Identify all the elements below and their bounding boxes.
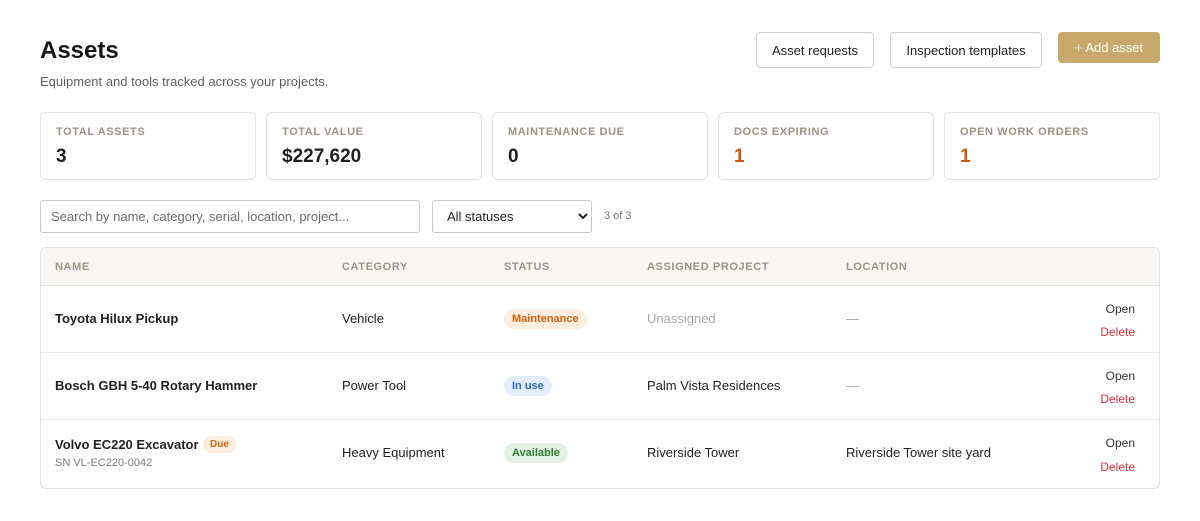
stat-card-total-value: TOTAL VALUE $227,620: [266, 112, 482, 180]
stat-label: MAINTENANCE DUE: [508, 126, 625, 138]
column-header-name: NAME: [55, 261, 90, 273]
page-subtitle: Equipment and tools tracked across your …: [40, 74, 329, 89]
delete-link[interactable]: Delete: [1100, 325, 1135, 339]
asset-location: Riverside Tower site yard: [846, 445, 991, 460]
asset-name: Bosch GBH 5-40 Rotary Hammer: [55, 378, 258, 393]
column-header-status: STATUS: [504, 261, 550, 273]
open-link[interactable]: Open: [1106, 302, 1135, 316]
table-row[interactable]: Bosch GBH 5-40 Rotary Hammer Power Tool …: [41, 353, 1159, 420]
result-count: 3 of 3: [604, 210, 632, 222]
column-header-category: CATEGORY: [342, 261, 408, 273]
stat-card-docs-expiring: DOCS EXPIRING 1: [718, 112, 934, 180]
status-filter-select[interactable]: All statuses: [432, 200, 592, 233]
open-link[interactable]: Open: [1106, 369, 1135, 383]
stat-label: DOCS EXPIRING: [734, 126, 830, 138]
stat-label: TOTAL ASSETS: [56, 126, 146, 138]
assigned-project: Palm Vista Residences: [647, 378, 781, 393]
add-asset-button[interactable]: + Add asset: [1058, 32, 1160, 63]
status-badge: In use: [504, 376, 552, 396]
table-row[interactable]: Toyota Hilux Pickup Vehicle Maintenance …: [41, 286, 1159, 353]
stat-value: $227,620: [282, 146, 362, 167]
open-link[interactable]: Open: [1106, 436, 1135, 450]
asset-category: Power Tool: [342, 378, 407, 393]
asset-serial: SN VL-EC220-0042: [55, 457, 153, 469]
stat-card-total-assets: TOTAL ASSETS 3: [40, 112, 256, 180]
asset-name: Volvo EC220 Excavator: [55, 437, 199, 452]
stat-value: 1: [960, 146, 971, 167]
delete-link[interactable]: Delete: [1100, 392, 1135, 406]
delete-link[interactable]: Delete: [1100, 460, 1135, 474]
asset-category: Heavy Equipment: [342, 445, 445, 460]
page-title: Assets: [40, 37, 119, 64]
asset-location: —: [846, 378, 859, 393]
due-badge: Due: [203, 436, 236, 453]
stat-card-open-work-orders: OPEN WORK ORDERS 1: [944, 112, 1160, 180]
assigned-project: Riverside Tower: [647, 445, 740, 460]
table-row[interactable]: Volvo EC220 Excavator Due SN VL-EC220-00…: [41, 420, 1159, 487]
status-badge: Maintenance: [504, 309, 587, 329]
asset-name: Toyota Hilux Pickup: [55, 311, 179, 326]
asset-category: Vehicle: [342, 311, 384, 326]
assigned-project: Unassigned: [647, 311, 716, 326]
inspection-templates-button[interactable]: Inspection templates: [890, 32, 1042, 68]
status-badge: Available: [504, 443, 568, 463]
table-header: NAME CATEGORY STATUS ASSIGNED PROJECT LO…: [41, 248, 1159, 286]
stat-value: 3: [56, 146, 67, 167]
stat-value: 1: [734, 146, 745, 167]
column-header-assigned-project: ASSIGNED PROJECT: [647, 261, 770, 273]
asset-requests-button[interactable]: Asset requests: [756, 32, 874, 68]
asset-location: —: [846, 311, 859, 326]
stat-label: TOTAL VALUE: [282, 126, 364, 138]
stat-value: 0: [508, 146, 519, 167]
assets-table: NAME CATEGORY STATUS ASSIGNED PROJECT LO…: [40, 247, 1160, 489]
search-input[interactable]: [40, 200, 420, 233]
stat-label: OPEN WORK ORDERS: [960, 126, 1089, 138]
stat-card-maintenance-due: MAINTENANCE DUE 0: [492, 112, 708, 180]
column-header-location: LOCATION: [846, 261, 908, 273]
